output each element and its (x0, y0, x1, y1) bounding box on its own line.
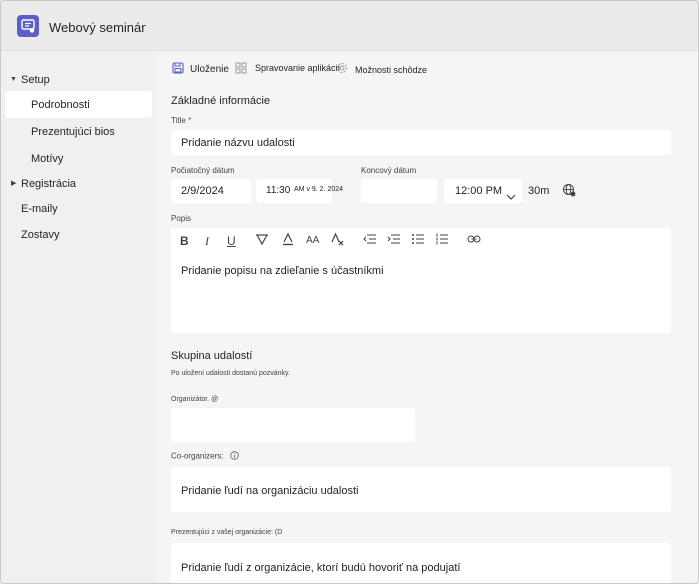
font-size-icon[interactable]: AA (306, 235, 319, 246)
sidebar-item-e-maily[interactable]: E-maily (21, 203, 58, 215)
outdent-icon[interactable] (363, 233, 377, 248)
start-date-label: Počiatočný dátum (171, 166, 235, 175)
bold-icon[interactable]: B (180, 234, 189, 248)
webinar-app-icon (17, 15, 39, 37)
save-button[interactable]: Uloženie (190, 64, 229, 75)
sidebar-item-motivy[interactable]: Motívy (31, 153, 63, 165)
globe-icon[interactable] (562, 183, 576, 202)
presenters-label: Prezentujúci z vašej organizácie: (D (171, 529, 283, 536)
highlight-icon[interactable] (281, 232, 295, 249)
indent-icon[interactable] (387, 233, 401, 248)
end-date-label: Koncový dátum (361, 166, 417, 175)
chevron-down-icon (506, 188, 516, 206)
strikethrough-icon[interactable] (255, 232, 269, 249)
info-icon[interactable] (230, 451, 239, 462)
caret-right-icon[interactable]: ▶ (11, 179, 16, 187)
app-window: Webový seminár ▼ Setup Podrobnosti Preze… (0, 0, 699, 584)
coorganizers-placeholder: Pridanie ľudí na organizáciu udalosti (181, 485, 359, 497)
meeting-options-button[interactable]: Možnosti schôdze (355, 65, 427, 75)
start-time-input[interactable]: 11:30 AM v 9. 2. 2024 (256, 179, 343, 203)
description-placeholder: Pridanie popisu na zdieľanie s účastníkm… (181, 265, 384, 277)
presenters-placeholder: Pridanie ľudí z organizácie, ktorí budú … (181, 562, 461, 574)
start-date-value: 2/9/2024 (181, 185, 224, 197)
italic-icon[interactable]: I (205, 234, 209, 249)
window-title: Webový seminár (49, 20, 146, 35)
basic-info-heading: Základné informácie (171, 95, 271, 107)
sidebar: ▼ Setup Podrobnosti Prezentujúci bios Mo… (1, 52, 157, 583)
duration-text: 30m (528, 185, 550, 197)
title-label-text: Title (171, 116, 186, 125)
title-input[interactable]: Pridanie názvu udalosti (171, 130, 671, 155)
sidebar-item-prezentujuci-bios[interactable]: Prezentujúci bios (31, 126, 115, 138)
sidebar-item-zostavy[interactable]: Zostavy (21, 229, 60, 241)
title-label: Title * (171, 116, 191, 125)
coorganizers-label-text: Co-organizers: (171, 451, 224, 461)
save-icon[interactable] (172, 61, 184, 79)
organizer-label: Organizátor. @ (171, 396, 219, 403)
end-time-select[interactable]: 12:00 PM (444, 179, 522, 203)
title-bar: Webový seminár (1, 1, 698, 51)
start-time-value: 11:30 (266, 185, 291, 196)
underline-icon[interactable]: U (227, 234, 236, 248)
end-time-value: 12:00 PM (455, 185, 503, 197)
caret-down-icon[interactable]: ▼ (10, 76, 17, 83)
organizer-input[interactable] (171, 408, 415, 442)
link-icon[interactable] (467, 234, 481, 247)
coorganizers-label: Co-organizers: (171, 451, 239, 462)
start-date-input[interactable]: 2/9/2024 (171, 179, 251, 203)
bullet-list-icon[interactable] (411, 233, 425, 248)
coorganizers-input[interactable]: Pridanie ľudí na organizáciu udalosti (171, 467, 671, 512)
description-editor[interactable]: B I U AA Pridanie popisu na zdieľanie s … (171, 228, 671, 333)
presenters-input[interactable]: Pridanie ľudí z organizácie, ktorí budú … (171, 543, 671, 583)
event-group-note: Po uložení udalosti dostanú pozvánky. (171, 370, 290, 377)
end-date-input[interactable] (361, 179, 437, 203)
main-panel: Uloženie Spravovanie aplikácií Možnosti … (157, 52, 698, 583)
manage-apps-button[interactable]: Spravovanie aplikácií (255, 63, 340, 73)
description-label: Popis (171, 214, 192, 223)
sidebar-item-setup[interactable]: Setup (21, 74, 50, 86)
sidebar-item-podrobnosti[interactable]: Podrobnosti (31, 99, 90, 111)
sidebar-item-registracia[interactable]: Registrácia (21, 178, 76, 190)
clear-format-icon[interactable] (330, 232, 345, 249)
options-icon[interactable] (336, 61, 348, 79)
event-group-heading: Skupina udalostí (171, 350, 253, 362)
apps-icon[interactable] (235, 61, 247, 79)
title-input-placeholder: Pridanie názvu udalosti (181, 137, 295, 149)
numbered-list-icon[interactable] (435, 233, 449, 248)
required-mark: * (188, 116, 192, 125)
start-time-note: AM v 9. 2. 2024 (294, 186, 344, 193)
